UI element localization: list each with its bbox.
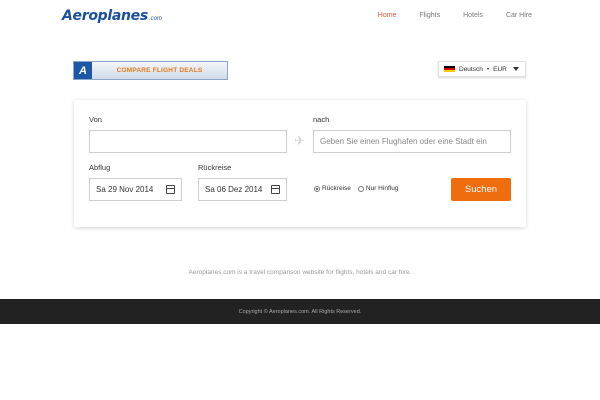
site-footer: Copyright © Aeroplanes.com. All Rights R… [0,299,600,324]
copyright-text: Copyright © Aeroplanes.com. All Rights R… [238,308,362,315]
to-label: nach [313,115,330,124]
language-label: Deutsch [459,65,483,73]
currency-label: EUR [493,65,507,73]
logo-text: Aeroplanes [62,8,148,24]
chevron-down-icon [512,67,519,71]
logo-domain: .com [148,16,162,22]
main-nav: Home Flights Hotels Car Hire [355,12,532,19]
calendar-icon[interactable] [271,185,280,194]
flight-search-form: Von ✈ nach Geben Sie einen Flughafen ode… [74,100,526,227]
nav-home[interactable]: Home [378,12,397,19]
banner-logo-icon: A [74,62,92,79]
german-flag-icon [444,65,455,73]
airplane-icon: ✈ [294,133,305,148]
site-logo[interactable]: Aeroplanes .com [62,8,162,24]
to-input[interactable]: Geben Sie einen Flughafen oder eine Stad… [313,130,511,153]
language-separator: • [486,65,490,73]
nav-hotels[interactable]: Hotels [463,12,483,19]
nav-car-hire[interactable]: Car Hire [506,12,532,19]
language-currency-selector[interactable]: Deutsch • EUR [438,61,526,77]
site-header: Aeroplanes .com Home Flights Hotels Car … [0,0,600,34]
round-trip-radio[interactable] [314,185,320,192]
depart-date-field[interactable]: Sa 29 Nov 2014 [89,178,182,201]
to-placeholder: Geben Sie einen Flughafen oder eine Stad… [320,137,487,146]
search-button[interactable]: Suchen [451,178,511,201]
compare-flight-deals-banner[interactable]: A COMPARE FLIGHT DEALS [73,61,228,80]
one-way-label[interactable]: Nur Hinflug [366,185,399,192]
return-label: Rückreise [198,163,232,172]
trip-type-options: Rückreise Nur Hinflug [314,185,405,192]
one-way-radio[interactable] [357,185,364,192]
banner-text: COMPARE FLIGHT DEALS [116,67,203,74]
return-date-field[interactable]: Sa 06 Dez 2014 [198,178,287,201]
site-tagline: Aeroplanes.com is a travel comparison we… [188,269,412,276]
depart-label: Abflug [89,163,111,172]
calendar-icon[interactable] [166,185,175,194]
from-input[interactable] [89,130,287,153]
round-trip-label[interactable]: Rückreise [322,185,351,192]
return-date-value: Sa 06 Dez 2014 [205,185,263,194]
depart-date-value: Sa 29 Nov 2014 [96,185,154,194]
nav-flights[interactable]: Flights [419,12,440,19]
from-label: Von [89,115,102,124]
